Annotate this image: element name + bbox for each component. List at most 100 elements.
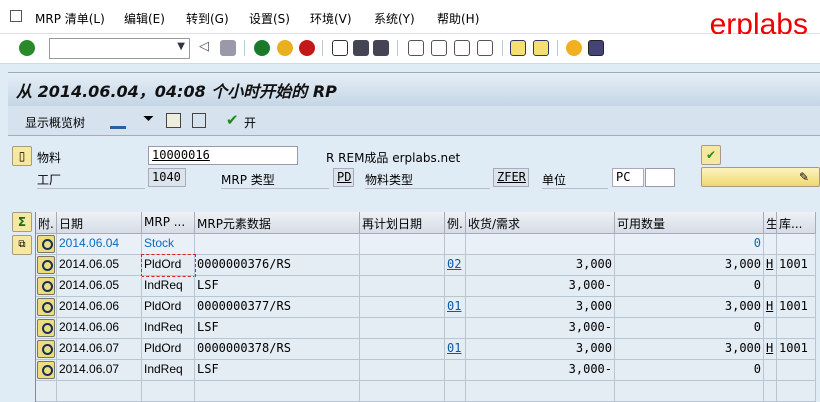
previous-page-icon[interactable] bbox=[431, 40, 447, 56]
first-page-icon[interactable] bbox=[408, 40, 424, 56]
cell-exc[interactable] bbox=[445, 276, 466, 297]
sum-icon[interactable]: Σ bbox=[12, 212, 32, 232]
cell-date: 2014.06.06 bbox=[57, 297, 142, 318]
find-icon[interactable] bbox=[353, 40, 369, 56]
menu-environment[interactable]: 环境(V) bbox=[310, 10, 352, 27]
print-icon[interactable] bbox=[332, 40, 348, 56]
cell-mrp: IndReq bbox=[142, 318, 195, 339]
material-field[interactable]: 10000016 bbox=[148, 146, 298, 165]
menu-goto[interactable]: 转到(G) bbox=[186, 10, 229, 27]
last-page-icon[interactable] bbox=[477, 40, 493, 56]
cell-stor: 1001 bbox=[777, 255, 816, 276]
cell-qty: 3,000- bbox=[466, 360, 615, 381]
check-pencil-icon[interactable]: ✔ bbox=[701, 145, 721, 165]
cell-prod: H bbox=[764, 255, 777, 276]
pencil-icon: ✎ bbox=[798, 170, 809, 184]
table-row: 2014.06.04 Stock 0 bbox=[36, 234, 816, 255]
enter-icon[interactable] bbox=[19, 40, 35, 56]
expand-icon[interactable]: ⧉ bbox=[12, 235, 32, 255]
unit-label: 单位 bbox=[542, 171, 608, 189]
cell-exc[interactable] bbox=[445, 318, 466, 339]
detail-magnifier-icon[interactable] bbox=[37, 298, 55, 316]
col-header-receipt-requirement[interactable]: 收货/需求 bbox=[466, 212, 615, 234]
next-page-icon[interactable] bbox=[454, 40, 470, 56]
cell-stor bbox=[777, 276, 816, 297]
cell-avail bbox=[615, 381, 764, 402]
new-session-icon[interactable] bbox=[510, 40, 526, 56]
page-title: 从 2014.06.04，04:08 个小时开始的 RP bbox=[16, 82, 337, 101]
check-icon[interactable]: ✔ bbox=[226, 111, 239, 129]
system-menu-icon[interactable] bbox=[10, 10, 22, 22]
cell-elem: 0000000378/RS bbox=[195, 339, 360, 360]
cell-exc[interactable] bbox=[445, 360, 466, 381]
cell-mrp: Stock bbox=[142, 234, 195, 255]
material-header-toggle-icon[interactable]: ▯ bbox=[12, 146, 32, 166]
filter-icon[interactable]: ⏷ bbox=[143, 111, 154, 127]
cell-exc[interactable] bbox=[445, 234, 466, 255]
cancel-icon[interactable] bbox=[299, 40, 315, 56]
user-icon[interactable] bbox=[110, 113, 126, 129]
col-header-attach[interactable]: 附. bbox=[36, 212, 57, 234]
cell-resched bbox=[360, 255, 445, 276]
col-header-storage[interactable]: 库... bbox=[777, 212, 816, 234]
col-header-available-qty[interactable]: 可用数量 bbox=[615, 212, 764, 234]
command-field[interactable]: ▼ bbox=[49, 38, 190, 59]
detail-magnifier-icon[interactable] bbox=[37, 277, 55, 295]
detail-magnifier-icon[interactable] bbox=[37, 319, 55, 337]
cell-stor bbox=[777, 360, 816, 381]
find-next-icon[interactable] bbox=[373, 40, 389, 56]
overview-tree-button[interactable]: 显示概览树 bbox=[25, 114, 85, 131]
menu-system[interactable]: 系统(Y) bbox=[374, 10, 415, 27]
detail-magnifier-icon[interactable] bbox=[37, 256, 55, 274]
detail-magnifier-icon[interactable] bbox=[37, 235, 55, 253]
cell-prod: H bbox=[764, 297, 777, 318]
edit-button[interactable]: ✎ bbox=[701, 167, 820, 187]
cell-prod bbox=[764, 360, 777, 381]
material-type-field: ZFER bbox=[493, 168, 529, 187]
col-header-exception[interactable]: 例. bbox=[445, 212, 466, 234]
help-icon[interactable] bbox=[566, 40, 582, 56]
menu-help[interactable]: 帮助(H) bbox=[437, 10, 479, 27]
menu-mrp-list[interactable]: MRP 清单(L) bbox=[35, 10, 105, 27]
cell-exc[interactable]: 01 bbox=[445, 297, 466, 318]
cell-qty bbox=[466, 234, 615, 255]
col-header-date[interactable]: 日期 bbox=[57, 212, 142, 234]
cell-date: 2014.06.07 bbox=[57, 339, 142, 360]
cell-stor bbox=[777, 318, 816, 339]
detail-magnifier-icon[interactable] bbox=[37, 361, 55, 379]
cell-avail: 0 bbox=[615, 360, 764, 381]
plant-label: 工厂 bbox=[37, 171, 145, 189]
exit-icon[interactable] bbox=[277, 40, 293, 56]
detail-magnifier-icon[interactable] bbox=[37, 340, 55, 358]
cell-qty: 3,000 bbox=[466, 255, 615, 276]
cell-resched bbox=[360, 234, 445, 255]
cell-exc[interactable]: 01 bbox=[445, 339, 466, 360]
back-icon[interactable] bbox=[254, 40, 270, 56]
cell-resched bbox=[360, 297, 445, 318]
chevron-down-icon[interactable]: ▼ bbox=[177, 41, 185, 52]
cell-qty bbox=[466, 381, 615, 402]
cell-elem: LSF bbox=[195, 360, 360, 381]
cell-exc[interactable] bbox=[445, 381, 466, 402]
menu-edit[interactable]: 编辑(E) bbox=[124, 10, 165, 27]
cell-elem: LSF bbox=[195, 276, 360, 297]
open-button[interactable]: 开 bbox=[244, 114, 256, 131]
user-settings-icon[interactable] bbox=[166, 113, 181, 128]
save-icon[interactable] bbox=[220, 40, 236, 56]
layout-menu-icon[interactable] bbox=[588, 40, 604, 56]
col-header-mrp-element-data[interactable]: MRP元素数据 bbox=[195, 212, 360, 234]
shortcut-icon[interactable] bbox=[533, 40, 549, 56]
cell-date: 2014.06.04 bbox=[57, 234, 142, 255]
cell-exc[interactable]: 02 bbox=[445, 255, 466, 276]
mrp-type-label: MRP 类型 bbox=[221, 171, 329, 189]
col-header-mrp-element[interactable]: MRP ... bbox=[142, 212, 195, 234]
cell-attach bbox=[36, 381, 57, 402]
back-arrow-icon[interactable]: ◁ bbox=[199, 39, 215, 55]
delete-filter-icon[interactable] bbox=[192, 113, 206, 128]
cell-attach bbox=[36, 234, 57, 255]
menu-settings[interactable]: 设置(S) bbox=[249, 10, 290, 27]
table-row: 2014.06.07 IndReq LSF 3,000- 0 bbox=[36, 360, 816, 381]
cell-avail: 3,000 bbox=[615, 297, 764, 318]
col-header-production[interactable]: 生 bbox=[764, 212, 777, 234]
col-header-reschedule-date[interactable]: 再计划日期 bbox=[360, 212, 445, 234]
